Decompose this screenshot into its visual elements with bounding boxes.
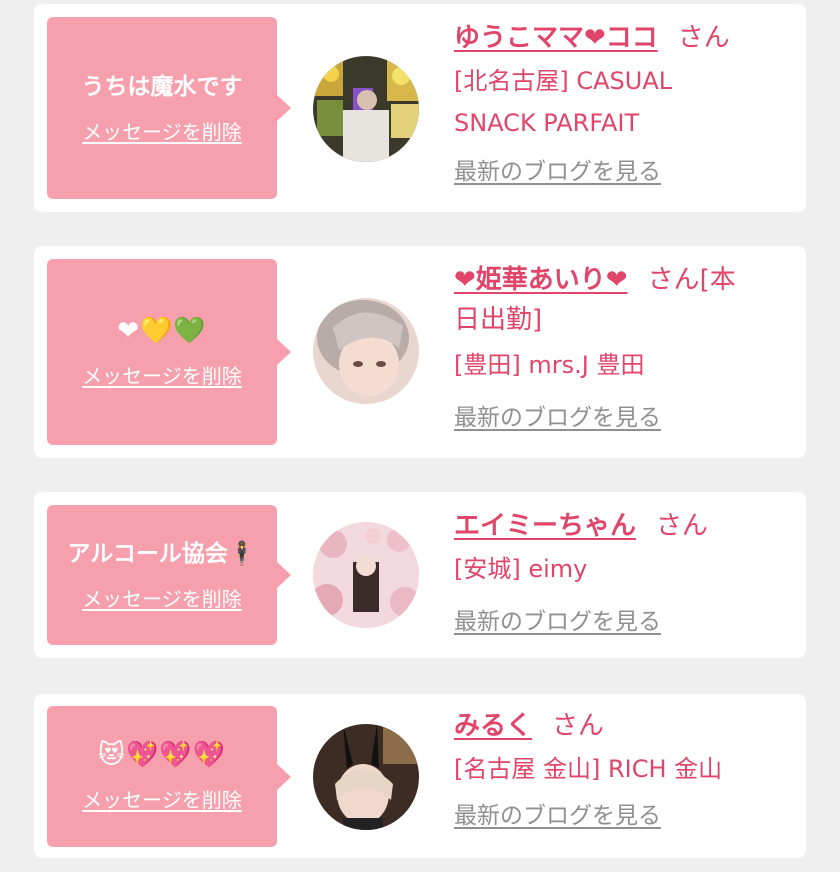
profile-name-link[interactable]: みるく	[454, 711, 532, 741]
san-suffix: さん	[656, 511, 709, 541]
message-card: うちは魔水です メッセージを削除 ゆうこママ❤ココ さん [北名古屋] CASUA…	[34, 4, 806, 212]
avatar-image	[313, 522, 419, 628]
shop-location: [名古屋 金山] RICH 金山	[454, 755, 723, 783]
message-bubble: アルコール協会🕴 メッセージを削除	[47, 505, 291, 645]
latest-blog-link[interactable]: 最新のブログを見る	[454, 152, 661, 186]
latest-blog-link[interactable]: 最新のブログを見る	[454, 602, 661, 636]
profile-name-link[interactable]: エイミーちゃん	[454, 511, 636, 541]
avatar[interactable]	[313, 298, 419, 404]
message-text: 😻💖💖💖	[97, 740, 227, 770]
avatar[interactable]	[313, 522, 419, 628]
san-suffix: さん	[677, 23, 730, 53]
profile-info: ❤姫華あいり❤ さん[本 日出勤] [豊田] mrs.J 豊田 最新のブログを見る	[454, 260, 794, 432]
delete-message-link[interactable]: メッセージを削除	[82, 360, 242, 389]
avatar-image	[313, 56, 419, 162]
delete-message-link[interactable]: メッセージを削除	[82, 784, 242, 813]
message-card: 😻💖💖💖 メッセージを削除 みるく さん [名古屋 金山] RICH 金山 最新の…	[34, 694, 806, 858]
avatar[interactable]	[313, 56, 419, 162]
shop-location: [豊田] mrs.J 豊田	[454, 351, 645, 379]
shop-location: [安城] eimy	[454, 555, 588, 583]
shop-location: [北名古屋] CASUAL	[454, 67, 673, 95]
message-bubble: うちは魔水です メッセージを削除	[47, 17, 291, 199]
profile-info: ゆうこママ❤ココ さん [北名古屋] CASUAL SNACK PARFAIT 最…	[454, 18, 794, 186]
message-bubble: 😻💖💖💖 メッセージを削除	[47, 706, 291, 847]
profile-name-link[interactable]: ❤姫華あいり❤	[454, 265, 628, 295]
avatar-image	[313, 724, 419, 830]
message-card: ❤💛💚 メッセージを削除 ❤姫華あいり❤ さん[本 日出勤] [豊田] mrs.J…	[34, 246, 806, 458]
san-suffix: さん	[647, 265, 700, 295]
message-text: うちは魔水です	[81, 73, 243, 100]
message-text: アルコール協会🕴	[67, 540, 257, 567]
latest-blog-link[interactable]: 最新のブログを見る	[454, 398, 661, 432]
delete-message-link[interactable]: メッセージを削除	[82, 116, 242, 145]
shop-name: SNACK PARFAIT	[454, 109, 640, 137]
latest-blog-link[interactable]: 最新のブログを見る	[454, 796, 661, 830]
message-bubble: ❤💛💚 メッセージを削除	[47, 259, 291, 445]
profile-info: みるく さん [名古屋 金山] RICH 金山 最新のブログを見る	[454, 706, 794, 830]
message-text: ❤💛💚	[117, 315, 207, 346]
avatar-image	[313, 298, 419, 404]
san-suffix: さん	[552, 711, 605, 741]
status-text: [本	[699, 265, 736, 295]
profile-info: エイミーちゃん さん [安城] eimy 最新のブログを見る	[454, 506, 794, 636]
status-text-cont: 日出勤]	[454, 305, 543, 335]
delete-message-link[interactable]: メッセージを削除	[82, 583, 242, 612]
avatar[interactable]	[313, 724, 419, 830]
profile-name-link[interactable]: ゆうこママ❤ココ	[454, 23, 658, 53]
message-card: アルコール協会🕴 メッセージを削除 エイミーちゃん さん [安城] eimy 最新…	[34, 492, 806, 658]
